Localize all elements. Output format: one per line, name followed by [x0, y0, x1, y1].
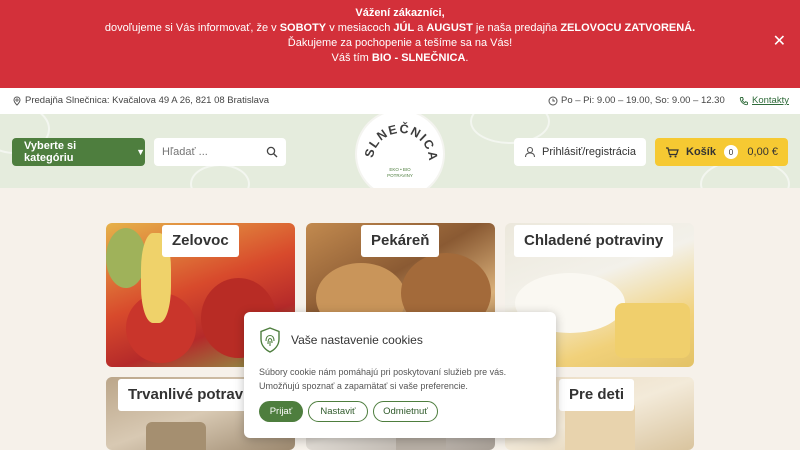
login-button[interactable]: Prihlásiť/registrácia	[514, 138, 646, 166]
search-icon[interactable]	[266, 146, 278, 158]
notice-thanks: Ďakujeme za pochopenie a tešíme sa na Vá…	[287, 37, 513, 49]
cart-button[interactable]: Košík 0 0,00 €	[655, 138, 788, 166]
login-label: Prihlásiť/registrácia	[542, 146, 636, 158]
cookie-settings-button[interactable]: Nastaviť	[308, 401, 368, 422]
phone-icon	[739, 96, 748, 105]
contacts-link[interactable]: Kontakty	[739, 95, 789, 106]
cart-count-badge: 0	[723, 145, 738, 159]
notice-signature: Váš tím BIO - SLNEČNICA.	[331, 52, 469, 64]
site-header: Vyberte si kategóriu ▼ SLNEČNICA EKO • B…	[0, 114, 800, 188]
logo-tagline-2: POTRAVINY	[387, 173, 413, 178]
notice-message: dovoľujeme si Vás informovať, že v SOBOT…	[104, 22, 696, 34]
sunflower-logo: SLNEČNICA EKO • BIO POTRAVINY	[362, 121, 440, 178]
cart-label: Košík	[686, 146, 716, 158]
search-input[interactable]	[162, 146, 262, 158]
svg-text:SLNEČNICA: SLNEČNICA	[362, 121, 440, 163]
notice-banner: Vážení zákazníci, dovoľujeme si Vás info…	[0, 0, 800, 88]
notice-greeting: Vážení zákazníci,	[355, 7, 445, 19]
category-label: Zelovoc	[162, 225, 239, 257]
category-menu-button[interactable]: Vyberte si kategóriu ▼	[12, 138, 145, 166]
cart-total: 0,00 €	[747, 146, 778, 158]
logo-tagline: EKO • BIO	[389, 167, 411, 172]
jar-image	[146, 422, 206, 450]
grapes-image	[106, 228, 146, 288]
store-address-text: Predajňa Slnečnica: Kvačalova 49 A 26, 8…	[25, 95, 269, 106]
category-label: Chladené potraviny	[514, 225, 674, 257]
opening-hours: Po – Pi: 9.00 – 19.00, So: 9.00 – 12.30	[548, 95, 725, 106]
header-decoration	[190, 164, 250, 188]
cookie-dialog: Vaše nastavenie cookies Súbory cookie ná…	[244, 312, 556, 438]
cookie-reject-button[interactable]: Odmietnuť	[373, 401, 438, 422]
info-bar: Predajňa Slnečnica: Kvačalova 49 A 26, 8…	[0, 88, 800, 114]
user-icon	[524, 146, 536, 158]
clock-icon	[548, 96, 558, 105]
location-pin-icon	[13, 95, 21, 106]
category-label: Pekáreň	[361, 225, 440, 257]
contacts-link-label[interactable]: Kontakty	[752, 95, 789, 106]
category-label: Pre deti	[559, 379, 635, 411]
category-menu-label: Vyberte si kategóriu	[24, 140, 77, 164]
close-icon[interactable]: ✕	[773, 34, 786, 50]
fingerprint-icon	[260, 327, 280, 353]
cookie-title: Vaše nastavenie cookies	[291, 333, 423, 347]
site-logo[interactable]: SLNEČNICA EKO • BIO POTRAVINY	[357, 114, 443, 188]
cheese-image	[615, 303, 690, 358]
search-box[interactable]	[154, 138, 286, 166]
cart-icon	[666, 147, 679, 158]
cookie-accept-button[interactable]: Prijať	[259, 401, 303, 422]
logo-name: SLNEČNICA	[362, 121, 439, 163]
store-address: Predajňa Slnečnica: Kvačalova 49 A 26, 8…	[12, 95, 269, 106]
cookie-text: Súbory cookie nám pomáhajú pri poskytova…	[259, 367, 507, 391]
chevron-down-icon: ▼	[136, 147, 145, 157]
opening-hours-text: Po – Pi: 9.00 – 19.00, So: 9.00 – 12.30	[561, 95, 725, 106]
